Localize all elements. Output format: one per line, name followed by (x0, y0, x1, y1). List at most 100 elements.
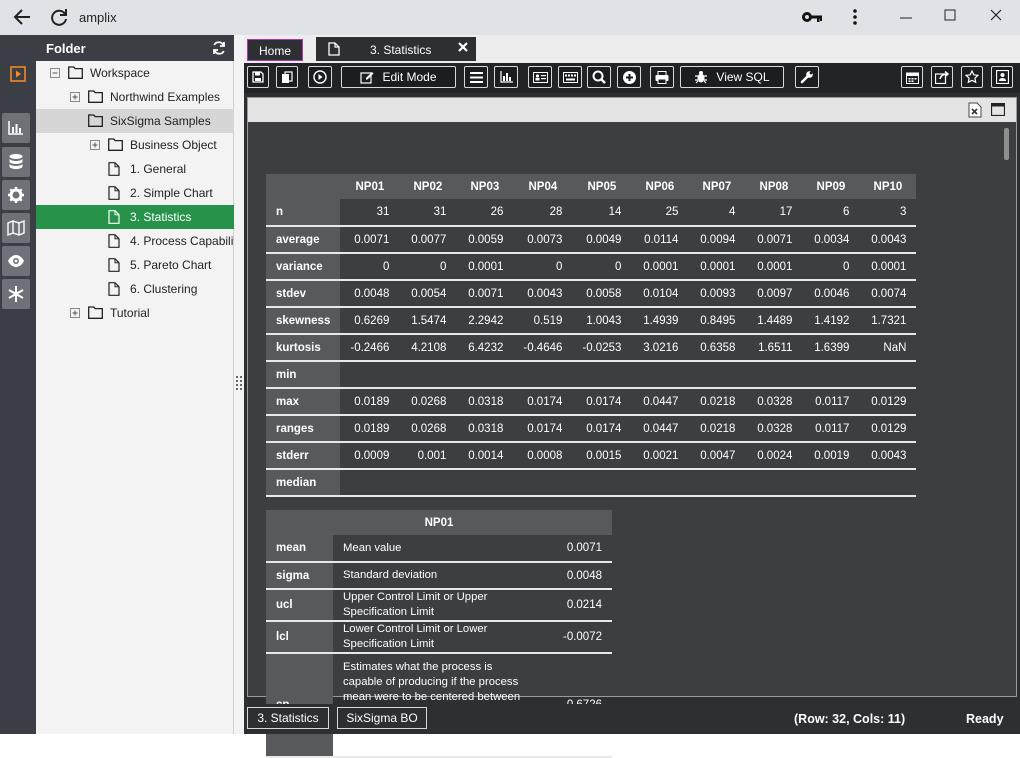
column-header[interactable]: NP10 (859, 174, 917, 199)
run-panel-button[interactable] (0, 59, 36, 89)
table-cell[interactable]: 0 (399, 253, 457, 281)
table-cell[interactable] (745, 469, 803, 497)
table-cell[interactable]: 6 (802, 199, 860, 227)
save-button[interactable] (247, 66, 269, 88)
column-header[interactable]: NP02 (399, 174, 457, 199)
table-cell[interactable]: 0.0077 (399, 226, 457, 254)
table-cell[interactable] (456, 469, 514, 497)
table-cell[interactable]: 0.0074 (859, 280, 917, 308)
table-cell[interactable]: 0 (340, 253, 400, 281)
reload-icon[interactable] (48, 6, 70, 28)
table-cell[interactable] (572, 361, 632, 389)
table-cell[interactable]: NaN (859, 334, 917, 362)
table-cell[interactable]: 3.0216 (631, 334, 689, 362)
table-cell[interactable]: 0.0034 (802, 226, 860, 254)
drag-handle-icon[interactable] (236, 376, 242, 390)
table-cell[interactable] (513, 469, 573, 497)
table-cell[interactable]: 0.0129 (859, 415, 917, 443)
excel-export-icon[interactable] (968, 102, 982, 118)
table-cell[interactable]: 31 (340, 199, 400, 227)
view-sql-button[interactable]: View SQL (680, 66, 784, 88)
value-cell[interactable]: -0.0072 (543, 621, 612, 654)
table-cell[interactable] (802, 361, 860, 389)
table-cell[interactable]: 0.0218 (688, 415, 746, 443)
table-cell[interactable] (572, 469, 632, 497)
keyboard-button[interactable] (558, 66, 582, 88)
table-cell[interactable]: 0.0114 (631, 226, 689, 254)
table-cell[interactable]: 4.2108 (399, 334, 457, 362)
table-cell[interactable]: 0.0001 (745, 253, 803, 281)
table-cell[interactable]: 0.0117 (802, 415, 860, 443)
table-cell[interactable]: 0.0447 (631, 388, 689, 416)
card-view-button[interactable] (528, 66, 552, 88)
maximize-panel-icon[interactable] (991, 103, 1005, 116)
table-cell[interactable]: 0.0001 (456, 253, 514, 281)
minimize-icon[interactable] (896, 8, 916, 26)
table-cell[interactable]: 0.0268 (399, 415, 457, 443)
table-cell[interactable]: 25 (631, 199, 689, 227)
expand-icon[interactable] (90, 140, 100, 150)
calendar-button[interactable] (901, 66, 923, 88)
chart-view-button[interactable] (494, 66, 518, 88)
table-cell[interactable]: 1.4939 (631, 307, 689, 335)
table-cell[interactable]: 0.0024 (745, 442, 803, 470)
expand-icon[interactable] (70, 308, 80, 318)
table-cell[interactable]: 26 (456, 199, 514, 227)
table-view-button[interactable] (464, 66, 488, 88)
table-cell[interactable] (456, 361, 514, 389)
more-options-icon[interactable] (848, 8, 862, 26)
table-cell[interactable]: 0 (513, 253, 573, 281)
table-cell[interactable]: 1.4489 (745, 307, 803, 335)
tree-item[interactable]: Tutorial (36, 301, 234, 325)
table-cell[interactable]: 0.0059 (456, 226, 514, 254)
refresh-icon[interactable] (212, 41, 226, 55)
print-button[interactable] (650, 66, 674, 88)
table-cell[interactable]: 0.0009 (340, 442, 400, 470)
preview-panel-button[interactable] (2, 246, 30, 276)
table-cell[interactable]: 14 (572, 199, 632, 227)
table-cell[interactable]: -0.4646 (513, 334, 573, 362)
tab-home[interactable]: Home (247, 39, 303, 61)
table-cell[interactable]: 0.0054 (399, 280, 457, 308)
status-tab-statistics[interactable]: 3. Statistics (247, 707, 329, 729)
table-cell[interactable] (340, 469, 400, 497)
table-cell[interactable]: 2.2942 (456, 307, 514, 335)
table-cell[interactable] (340, 361, 400, 389)
map-panel-button[interactable] (2, 213, 30, 243)
table-cell[interactable] (688, 469, 746, 497)
table-cell[interactable]: 1.0043 (572, 307, 632, 335)
table-cell[interactable]: 0.0043 (513, 280, 573, 308)
column-header[interactable]: NP03 (456, 174, 514, 199)
table-cell[interactable]: 0.0174 (513, 388, 573, 416)
table-cell[interactable]: 0.001 (399, 442, 457, 470)
database-panel-button[interactable] (2, 147, 30, 177)
table-cell[interactable]: 0.0021 (631, 442, 689, 470)
table-cell[interactable] (688, 361, 746, 389)
share-button[interactable] (931, 66, 953, 88)
table-cell[interactable]: 0.0268 (399, 388, 457, 416)
maximize-icon[interactable] (940, 6, 960, 26)
add-button[interactable] (617, 66, 641, 88)
table-cell[interactable]: 0.0093 (688, 280, 746, 308)
key-icon[interactable] (800, 8, 824, 26)
table-cell[interactable]: 0.8495 (688, 307, 746, 335)
table-cell[interactable]: 28 (513, 199, 573, 227)
table-cell[interactable]: 0.6358 (688, 334, 746, 362)
table-cell[interactable] (631, 361, 689, 389)
table-cell[interactable] (802, 469, 860, 497)
tree-item[interactable]: 3. Statistics (36, 205, 234, 229)
table-cell[interactable]: 0.0189 (340, 388, 400, 416)
column-header[interactable]: NP01 (340, 174, 400, 199)
table-cell[interactable]: 0.0001 (631, 253, 689, 281)
collapse-icon[interactable] (50, 68, 60, 78)
table-cell[interactable]: -0.0253 (572, 334, 632, 362)
tab-statistics[interactable]: 3. Statistics (316, 37, 476, 61)
value-cell[interactable]: 0.0071 (543, 535, 612, 563)
table-cell[interactable]: 0.0049 (572, 226, 632, 254)
tree-item[interactable]: Business Object (36, 133, 234, 157)
tree-item[interactable]: 2. Simple Chart (36, 181, 234, 205)
table-cell[interactable]: 0.0043 (859, 226, 917, 254)
expand-icon[interactable] (70, 92, 80, 102)
table-cell[interactable]: 0.0047 (688, 442, 746, 470)
table-cell[interactable]: 31 (399, 199, 457, 227)
